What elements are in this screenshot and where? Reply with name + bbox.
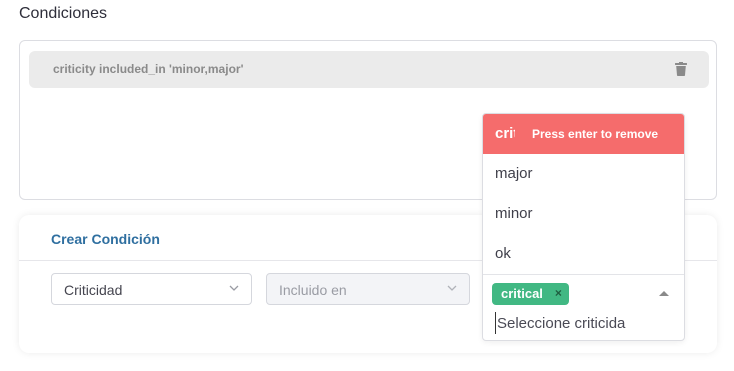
operator-select-value: Incluido en xyxy=(279,282,347,298)
option-major[interactable]: major xyxy=(483,154,684,194)
condition-text: criticity included_in 'minor,major' xyxy=(53,62,244,76)
section-title: Condiciones xyxy=(19,5,108,22)
field-select[interactable]: Criticidad xyxy=(51,273,252,305)
option-label: critical xyxy=(495,125,515,142)
create-condition-title: Crear Condición xyxy=(51,231,160,247)
option-ok[interactable]: ok xyxy=(483,234,684,274)
criticity-multiselect[interactable]: critical Press enter to remove major min… xyxy=(482,113,685,341)
chevron-down-icon xyxy=(229,285,239,291)
trash-icon[interactable] xyxy=(675,62,687,76)
divider xyxy=(483,274,684,275)
caret-up-icon[interactable] xyxy=(659,291,669,296)
operator-select: Incluido en xyxy=(266,273,470,305)
option-highlighted[interactable]: critical Press enter to remove xyxy=(483,114,684,154)
option-hint: Press enter to remove xyxy=(532,127,659,141)
option-minor[interactable]: minor xyxy=(483,194,684,234)
field-select-value: Criticidad xyxy=(64,282,123,298)
criticity-search-input[interactable] xyxy=(495,312,684,334)
tag-label: critical xyxy=(501,286,543,301)
chevron-down-icon xyxy=(447,285,457,291)
condition-row: criticity included_in 'minor,major' xyxy=(29,51,709,88)
selected-tag: critical × xyxy=(492,283,569,305)
tag-remove-icon[interactable]: × xyxy=(555,286,562,300)
